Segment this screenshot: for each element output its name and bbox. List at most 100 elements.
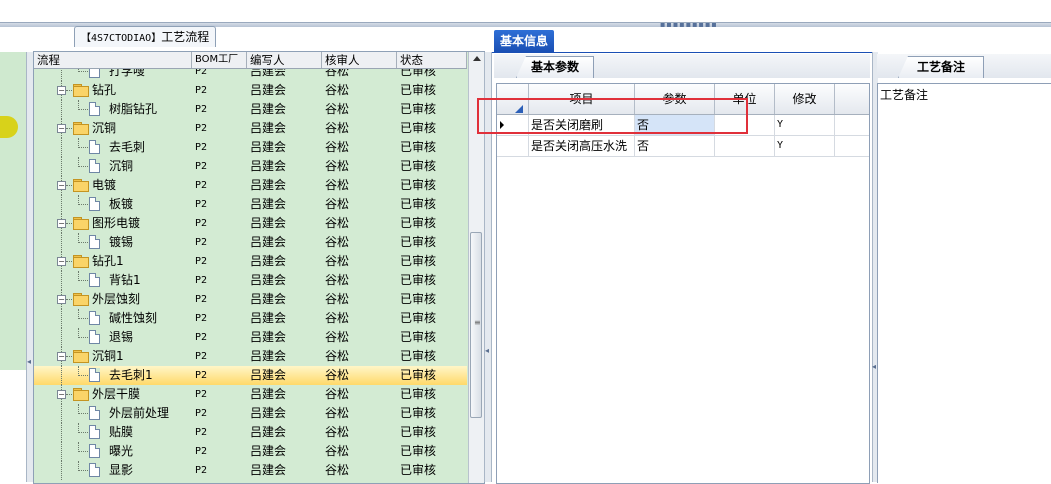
scroll-thumb[interactable]: ≡ xyxy=(470,232,482,418)
tree-cell-status: 已审核 xyxy=(400,368,437,382)
tree-folder-row[interactable]: − 图形电镀 P2 吕建会 谷松 已审核 xyxy=(34,214,467,233)
folder-icon-body xyxy=(73,219,89,230)
collapse-toggle-icon[interactable]: − xyxy=(57,219,66,228)
col-header-bom[interactable]: BOM工厂 xyxy=(192,52,247,68)
tree-step-row[interactable]: 打孚嗖 P2 吕建会 谷松 已审核 xyxy=(34,69,467,81)
process-notes-field[interactable]: 工艺备注 xyxy=(877,83,1051,483)
tree-guide-line xyxy=(61,100,62,119)
tree-cell-status: 已审核 xyxy=(400,83,437,97)
tree-cell-status: 已审核 xyxy=(400,69,437,78)
tree-cell-writer: 吕建会 xyxy=(250,368,287,382)
row-selector[interactable] xyxy=(497,136,529,156)
tree-guide-line xyxy=(78,432,88,433)
document-icon xyxy=(89,311,100,325)
splitter-arrow-icon[interactable]: ◂ xyxy=(872,362,876,371)
tree-cell-bom: P2 xyxy=(195,180,208,191)
col-header-writer[interactable]: 编写人 xyxy=(247,52,322,68)
col-header-status[interactable]: 状态 xyxy=(397,52,467,68)
tree-cell-writer: 吕建会 xyxy=(250,349,287,363)
tab-process-notes[interactable]: 工艺备注 xyxy=(898,56,985,78)
params-cell-param[interactable]: 否 xyxy=(635,136,715,156)
params-cell-modify[interactable]: Y xyxy=(775,115,835,135)
tab-basic-params[interactable]: 基本参数 xyxy=(516,56,595,78)
scroll-grip-icon: ≡ xyxy=(474,318,481,327)
tree-cell-reviewer: 谷松 xyxy=(325,349,350,363)
tree-step-row[interactable]: 碱性蚀刻 P2 吕建会 谷松 已审核 xyxy=(34,309,467,328)
tree-cell-status: 已审核 xyxy=(400,254,437,268)
grid-col-modify[interactable]: 修改 xyxy=(775,84,835,114)
tree-item-label: 钻孔1 xyxy=(92,254,124,268)
document-icon xyxy=(89,273,100,287)
tree-cell-bom: P2 xyxy=(195,408,208,419)
tree-cell-bom: P2 xyxy=(195,427,208,438)
splitter-grip-icon[interactable]: ▪▪▪▪▪▪▪▪▪ xyxy=(660,21,717,29)
tree-cell-status: 已审核 xyxy=(400,159,437,173)
tree-step-row[interactable]: 外层前处理 P2 吕建会 谷松 已审核 xyxy=(34,404,467,423)
tree-item-label: 钻孔 xyxy=(92,83,117,97)
tree-cell-status: 已审核 xyxy=(400,102,437,116)
tree-guide-line xyxy=(61,309,62,328)
tree-step-row[interactable]: 镀锡 P2 吕建会 谷松 已审核 xyxy=(34,233,467,252)
tree-step-row[interactable]: 去毛刺 P2 吕建会 谷松 已审核 xyxy=(34,138,467,157)
params-cell-unit[interactable] xyxy=(715,136,775,156)
splitter-arrow-icon[interactable]: ◂ xyxy=(27,357,31,366)
tree-step-row[interactable]: 背钻1 P2 吕建会 谷松 已审核 xyxy=(34,271,467,290)
tree-folder-row[interactable]: − 外层蚀刻 P2 吕建会 谷松 已审核 xyxy=(34,290,467,309)
tree-cell-reviewer: 谷松 xyxy=(325,292,350,306)
tree-guide-line xyxy=(78,375,88,376)
folder-icon-body xyxy=(73,352,89,363)
scroll-up-icon[interactable] xyxy=(473,56,481,61)
folder-icon-body xyxy=(73,181,89,192)
tree-cell-status: 已审核 xyxy=(400,178,437,192)
collapse-toggle-icon[interactable]: − xyxy=(57,352,66,361)
tree-step-row[interactable]: 贴膜 P2 吕建会 谷松 已审核 xyxy=(34,423,467,442)
tree-folder-row[interactable]: − 沉铜 P2 吕建会 谷松 已审核 xyxy=(34,119,467,138)
tree-folder-row[interactable]: − 沉铜1 P2 吕建会 谷松 已审核 xyxy=(34,347,467,366)
params-row[interactable]: 是否关闭高压水洗否 Y xyxy=(497,136,869,157)
tree-guide-line xyxy=(78,280,88,281)
tree-item-label: 外层前处理 xyxy=(109,406,170,420)
tree-step-row[interactable]: 去毛刺1 P2 吕建会 谷松 已审核 xyxy=(34,366,467,385)
tree-cell-reviewer: 谷松 xyxy=(325,235,350,249)
collapse-toggle-icon[interactable]: − xyxy=(57,390,66,399)
tree-cell-writer: 吕建会 xyxy=(250,330,287,344)
tree-step-row[interactable]: 曝光 P2 吕建会 谷松 已审核 xyxy=(34,442,467,461)
tab-basic-info[interactable]: 基本信息 xyxy=(494,30,555,52)
tree-step-row[interactable]: 板镀 P2 吕建会 谷松 已审核 xyxy=(34,195,467,214)
tree-item-label: 外层干膜 xyxy=(92,387,141,401)
tree-step-row[interactable]: 退锡 P2 吕建会 谷松 已审核 xyxy=(34,328,467,347)
params-cell-modify[interactable]: Y xyxy=(775,136,835,156)
tree-cell-status: 已审核 xyxy=(400,121,437,135)
tree-cell-reviewer: 谷松 xyxy=(325,444,350,458)
tree-folder-row[interactable]: − 外层干膜 P2 吕建会 谷松 已审核 xyxy=(34,385,467,404)
tree-cell-status: 已审核 xyxy=(400,387,437,401)
grid-col-filler xyxy=(835,84,869,114)
tree-step-row[interactable]: 显影 P2 吕建会 谷松 已审核 xyxy=(34,461,467,480)
collapse-toggle-icon[interactable]: − xyxy=(57,86,66,95)
folder-icon-body xyxy=(73,257,89,268)
tree-guide-line xyxy=(78,470,88,471)
tree-cell-status: 已审核 xyxy=(400,216,437,230)
splitter-arrow-icon[interactable]: ◂ xyxy=(485,346,489,355)
col-header-reviewer[interactable]: 核审人 xyxy=(322,52,397,68)
left-splitter[interactable]: ◂ xyxy=(26,52,33,482)
tree-folder-row[interactable]: − 钻孔1 P2 吕建会 谷松 已审核 xyxy=(34,252,467,271)
tree-step-row[interactable]: 树脂钻孔 P2 吕建会 谷松 已审核 xyxy=(34,100,467,119)
highlight-box xyxy=(477,98,748,134)
tree-folder-row[interactable]: − 钻孔 P2 吕建会 谷松 已审核 xyxy=(34,81,467,100)
collapse-toggle-icon[interactable]: − xyxy=(57,181,66,190)
folder-icon-body xyxy=(73,124,89,135)
collapse-toggle-icon[interactable]: − xyxy=(57,295,66,304)
tree-folder-row[interactable]: − 电镀 P2 吕建会 谷松 已审核 xyxy=(34,176,467,195)
collapse-toggle-icon[interactable]: − xyxy=(57,257,66,266)
tree-guide-line xyxy=(66,90,72,91)
collapse-toggle-icon[interactable]: − xyxy=(57,124,66,133)
tree-cell-writer: 吕建会 xyxy=(250,311,287,325)
tree-guide-line xyxy=(66,299,72,300)
params-cell-item[interactable]: 是否关闭高压水洗 xyxy=(529,136,635,156)
tree-step-row[interactable]: 沉铜 P2 吕建会 谷松 已审核 xyxy=(34,157,467,176)
tree-cell-reviewer: 谷松 xyxy=(325,368,350,382)
tree-cell-status: 已审核 xyxy=(400,197,437,211)
col-header-process[interactable]: 流程 xyxy=(34,52,192,68)
tree-cell-reviewer: 谷松 xyxy=(325,387,350,401)
